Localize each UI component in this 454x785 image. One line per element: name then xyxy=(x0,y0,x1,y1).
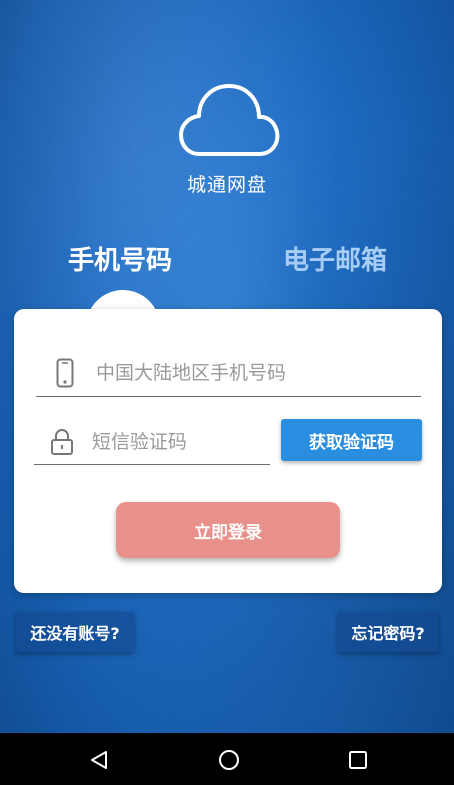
phone-input[interactable] xyxy=(96,361,404,384)
login-card: 获取验证码 立即登录 xyxy=(14,309,442,593)
login-screen: 城通网盘 手机号码 电子邮箱 获取验 xyxy=(0,0,454,733)
tab-email[interactable]: 电子邮箱 xyxy=(283,240,387,277)
login-button[interactable]: 立即登录 xyxy=(116,502,340,558)
code-field xyxy=(34,419,270,465)
phone-field xyxy=(36,349,421,397)
register-link[interactable]: 还没有账号? xyxy=(16,612,134,652)
back-icon[interactable] xyxy=(86,747,112,773)
cloud-icon xyxy=(179,84,280,156)
sms-code-input[interactable] xyxy=(91,430,270,453)
home-icon[interactable] xyxy=(216,747,242,773)
tab-phone-number[interactable]: 手机号码 xyxy=(68,240,172,277)
get-code-button[interactable]: 获取验证码 xyxy=(281,419,422,461)
lock-icon xyxy=(44,425,80,459)
app-name: 城通网盘 xyxy=(186,174,267,196)
system-nav-bar xyxy=(0,733,454,785)
phone-icon xyxy=(46,356,84,390)
recent-apps-icon[interactable] xyxy=(345,747,371,773)
forgot-password-link[interactable]: 忘记密码? xyxy=(338,612,438,652)
